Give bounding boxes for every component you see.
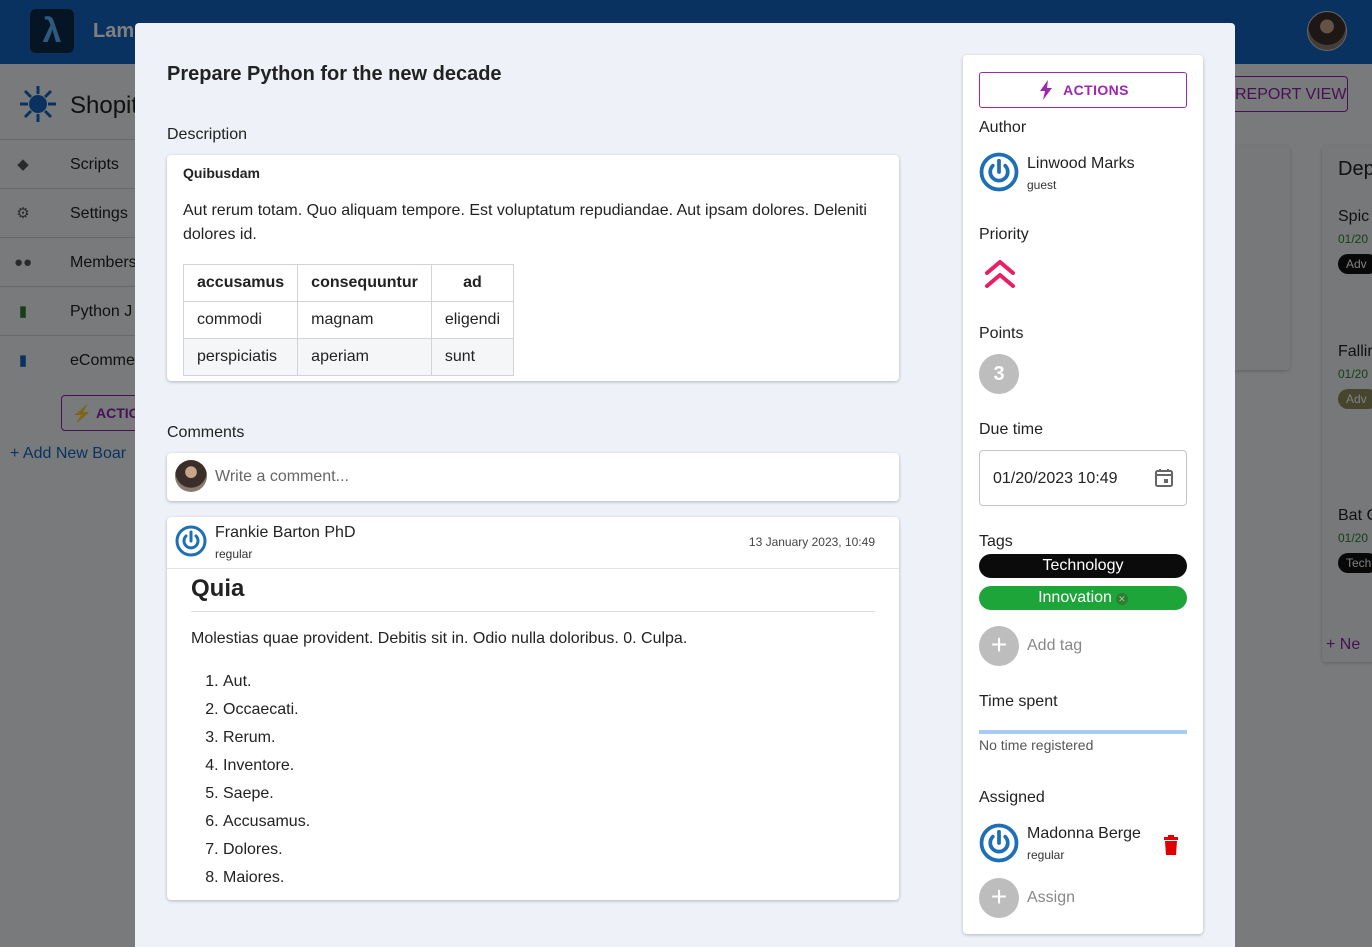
list-item: Saepe. — [223, 780, 875, 808]
list-item: Rerum. — [223, 724, 875, 752]
calendar-icon[interactable] — [1154, 468, 1174, 488]
table-cell: sunt — [430, 338, 515, 376]
no-time-text: No time registered — [979, 737, 1094, 753]
list-item: Dolores. — [223, 836, 875, 864]
add-tag-label[interactable]: Add tag — [1027, 637, 1082, 655]
comment-paragraph: Molestias quae provident. Debitis sit in… — [191, 630, 688, 647]
comment-list: Aut. Occaecati. Rerum. Inventore. Saepe.… — [191, 668, 875, 892]
priority-label: Priority — [979, 226, 1029, 243]
comment-placeholder: Write a comment... — [215, 468, 349, 485]
comments-label: Comments — [167, 424, 245, 441]
description-label: Description — [167, 126, 248, 143]
assigned-label: Assigned — [979, 789, 1045, 806]
task-side-panel: ACTIONS Author Linwood Marks guest Prior… — [963, 55, 1203, 934]
assignee-name: Madonna Berge — [1027, 825, 1141, 842]
table-cell: commodi — [182, 301, 299, 339]
table-header: ad — [430, 264, 515, 302]
comment-author-role: regular — [215, 547, 253, 561]
points-badge[interactable]: 3 — [979, 354, 1019, 394]
description-card[interactable]: Quibusdam Aut rerum totam. Quo aliquam t… — [167, 155, 899, 381]
comment-header: Frankie Barton PhD regular 13 January 20… — [167, 517, 899, 569]
list-item: Occaecati. — [223, 696, 875, 724]
comment-author: Frankie Barton PhD — [215, 524, 356, 541]
author-label: Author — [979, 119, 1027, 136]
task-title[interactable]: Prepare Python for the new decade — [167, 63, 502, 86]
list-item: Accusamus. — [223, 808, 875, 836]
assignee-role: regular — [1027, 848, 1065, 862]
table-cell: aperiam — [297, 338, 432, 376]
list-item: Inventore. — [223, 752, 875, 780]
due-time-value: 01/20/2023 10:49 — [993, 470, 1118, 487]
current-user-avatar — [175, 460, 207, 492]
comment-body: Quia Molestias quae provident. Debitis s… — [191, 575, 875, 892]
double-chevron-up-icon[interactable] — [983, 257, 1017, 291]
task-detail-dialog: Prepare Python for the new decade Descri… — [135, 23, 1235, 947]
description-heading: Quibusdam — [183, 165, 261, 181]
author-name: Linwood Marks — [1027, 155, 1135, 172]
description-paragraph: Aut rerum totam. Quo aliquam tempore. Es… — [183, 202, 867, 243]
tag-label: Technology — [1042, 557, 1124, 574]
list-item: Maiores. — [223, 864, 875, 892]
tag-label: Innovation — [1038, 589, 1112, 606]
power-avatar-icon — [979, 823, 1019, 863]
due-time-field[interactable]: 01/20/2023 10:49 — [979, 450, 1187, 506]
tag-chip[interactable]: Technology — [979, 554, 1187, 578]
comment-input[interactable]: Write a comment... — [167, 453, 899, 501]
comment-card: Frankie Barton PhD regular 13 January 20… — [167, 517, 899, 900]
table-cell: magnam — [297, 301, 432, 339]
points-label: Points — [979, 325, 1024, 342]
trash-icon[interactable] — [1161, 835, 1181, 857]
assign-label[interactable]: Assign — [1027, 889, 1075, 907]
table-cell: eligendi — [430, 301, 515, 339]
table-row: perspiciatis aperiam sunt — [182, 338, 515, 376]
comment-timestamp: 13 January 2023, 10:49 — [748, 535, 875, 549]
table-cell: perspiciatis — [182, 338, 299, 376]
add-tag-button[interactable]: + — [979, 626, 1019, 666]
due-time-label: Due time — [979, 421, 1044, 438]
time-spent-label: Time spent — [979, 693, 1058, 710]
power-avatar-icon — [979, 152, 1019, 192]
assign-button[interactable]: + — [979, 878, 1019, 918]
time-spent-progress — [979, 730, 1187, 734]
table-header: accusamus — [182, 264, 299, 302]
list-item: Aut. — [223, 668, 875, 696]
table-header: consequuntur — [297, 264, 432, 302]
description-table: accusamus consequuntur ad commodi magnam… — [182, 264, 515, 376]
comment-heading: Quia — [191, 575, 875, 612]
button-label: ACTIONS — [1063, 82, 1129, 98]
table-row: commodi magnam eligendi — [182, 301, 515, 339]
tag-chip[interactable]: Innovation ✕ — [979, 586, 1187, 610]
author-role: guest — [1027, 178, 1057, 192]
power-avatar-icon — [175, 525, 207, 557]
remove-tag-icon[interactable]: ✕ — [1115, 593, 1128, 605]
bolt-icon — [1040, 80, 1052, 100]
table-header-row: accusamus consequuntur ad — [182, 264, 515, 302]
tags-label: Tags — [979, 533, 1013, 550]
actions-button[interactable]: ACTIONS — [979, 72, 1187, 108]
